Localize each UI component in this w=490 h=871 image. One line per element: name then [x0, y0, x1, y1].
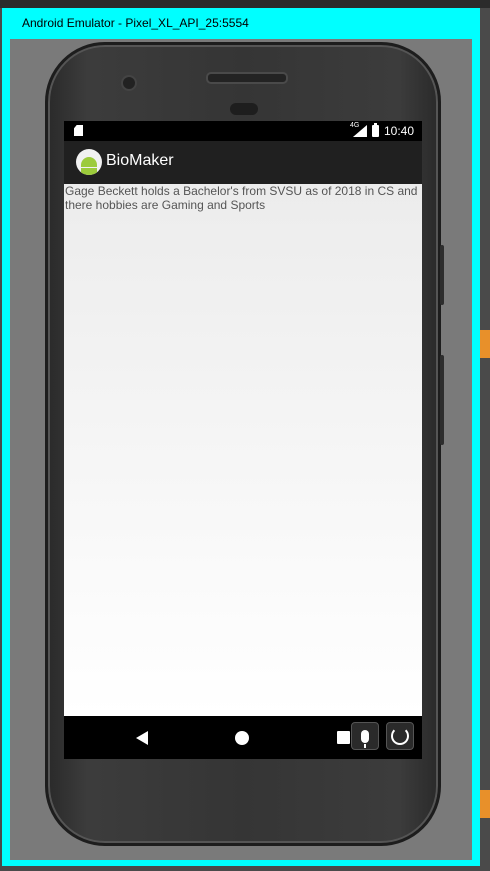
recents-icon[interactable] [337, 731, 350, 744]
bio-text: Gage Beckett holds a Bachelor's from SVS… [65, 184, 418, 212]
rotate-icon [391, 727, 409, 745]
status-clock: 10:40 [383, 124, 414, 138]
app-toolbar: BioMaker [64, 141, 422, 184]
earpiece-speaker [206, 72, 288, 84]
navigation-bar [64, 716, 422, 759]
status-icons: 4G 10:40 [349, 122, 414, 138]
app-content: Gage Beckett holds a Bachelor's from SVS… [64, 184, 422, 716]
power-button[interactable] [440, 245, 444, 305]
android-head [81, 157, 97, 167]
front-camera [121, 75, 137, 91]
phone-screen: 4G 10:40 BioMaker Gage Beckett holds a B… [64, 121, 422, 759]
android-logo-icon [76, 149, 102, 175]
sd-card-icon [74, 125, 83, 136]
emulator-window: Android Emulator - Pixel_XL_API_25:5554 … [2, 8, 480, 866]
emulator-window-title: Android Emulator - Pixel_XL_API_25:5554 [22, 16, 249, 30]
back-icon[interactable] [136, 731, 148, 745]
app-title: BioMaker [106, 152, 174, 169]
volume-button[interactable] [440, 355, 444, 445]
emulator-viewport: 4G 10:40 BioMaker Gage Beckett holds a B… [10, 39, 472, 860]
rotate-button[interactable] [386, 722, 414, 750]
android-body [81, 168, 97, 175]
background-toolbar [0, 0, 490, 8]
network-type: 4G [349, 122, 360, 129]
microphone-icon [361, 729, 369, 748]
battery-icon [371, 123, 379, 137]
proximity-sensor [230, 103, 258, 115]
microphone-button[interactable] [351, 722, 379, 750]
signal-icon: 4G [349, 122, 367, 137]
phone-frame: 4G 10:40 BioMaker Gage Beckett holds a B… [45, 42, 444, 846]
home-icon[interactable] [235, 731, 249, 745]
status-bar: 4G 10:40 [64, 121, 422, 141]
